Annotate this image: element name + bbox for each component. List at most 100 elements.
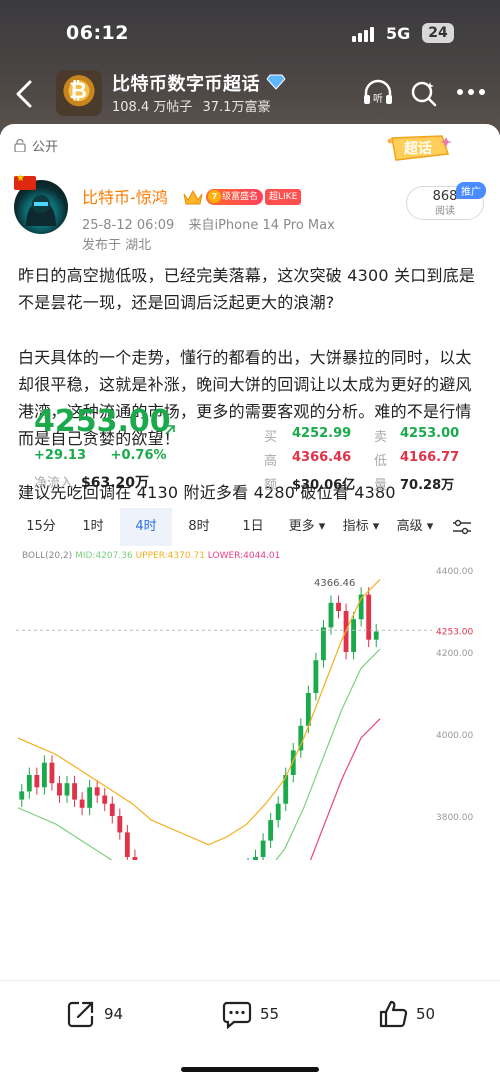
candle-body [321, 627, 326, 661]
like-badge: 超LIKE [265, 188, 302, 205]
y-tick-label: 3800.00 [436, 813, 473, 823]
change-value: +29.13 [34, 448, 87, 463]
boll-upper-line [17, 579, 381, 846]
post-meta: 25-8-12 06:09 来自iPhone 14 Pro Max [82, 214, 345, 233]
last-price: 4253.00 [34, 404, 171, 439]
svg-text:听: 听 [373, 93, 383, 105]
y-tick-label: 4000.00 [436, 731, 473, 741]
candle-body [19, 791, 25, 800]
candle-body [64, 783, 70, 796]
topic-nav: 比特币数字币超话 108.4 万帖子 37.1万富豪 听 [0, 66, 500, 122]
crown-icon [183, 189, 203, 204]
action-bar: 94 55 50 [0, 980, 500, 1084]
change-percent: +0.76% [110, 448, 167, 463]
author-badges: 7 级富盛名 超LIKE [182, 186, 302, 205]
price-change: +29.13 +0.76% [34, 448, 187, 463]
quote-row: 额 $30.06亿 量 70.28万 [264, 478, 455, 493]
candle-body [41, 762, 47, 788]
topic-avatar[interactable] [56, 70, 102, 116]
tab-15m[interactable]: 15分 [16, 508, 66, 546]
netflow: 净流入 $63.20万 [34, 472, 149, 492]
back-icon[interactable] [12, 76, 36, 112]
candle-body [132, 857, 138, 860]
post-datetime: 25-8-12 06:09 [82, 218, 175, 233]
china-flag-icon [14, 173, 36, 190]
home-indicator [181, 1067, 319, 1072]
tab-more[interactable]: 更多 ▾ [280, 508, 334, 546]
candle-body [328, 602, 334, 628]
topic-stats: 108.4 万帖子 37.1万富豪 [112, 96, 276, 115]
up-arrow-icon [165, 425, 175, 435]
like-count: 50 [416, 1005, 436, 1023]
tab-advanced[interactable]: 高级 ▾ [388, 508, 442, 546]
candle-body [102, 795, 108, 804]
netflow-label: 净流入 [34, 476, 74, 491]
candle-body [260, 840, 266, 857]
chaohua-sticker: 超话 [387, 135, 452, 161]
candle-body [117, 816, 123, 833]
read-label: 阅读 [435, 206, 455, 217]
quote-row: 买 4252.99 卖 4253.00 [264, 426, 460, 445]
candle-body [298, 725, 304, 751]
candle-body [72, 783, 77, 800]
candle-body [49, 762, 55, 784]
diamond-badge-icon [266, 74, 286, 90]
listen-icon[interactable]: 听 [362, 78, 394, 108]
battery-indicator: 24 [422, 23, 454, 43]
share-count: 94 [104, 1005, 124, 1023]
status-bar: 06:12 5G 24 [0, 20, 500, 48]
network-label: 5G [386, 24, 411, 43]
promote-button[interactable]: 推广 [456, 182, 486, 199]
search-icon[interactable] [410, 80, 438, 108]
boll-legend: BOLL(20,2) MID:4207.36 UPPER:4370.71 LOW… [22, 551, 281, 561]
candle-body [79, 799, 85, 808]
level-number: 7 [208, 189, 221, 203]
candle-body [253, 857, 258, 860]
tab-indicators[interactable]: 指标 ▾ [334, 508, 388, 546]
topic-title[interactable]: 比特币数字币超话 [112, 70, 260, 96]
thumbs-up-icon [379, 1000, 408, 1028]
comment-count: 55 [260, 1005, 280, 1023]
candle-body [373, 631, 379, 640]
candle-body [275, 803, 281, 821]
candle-body [34, 775, 40, 788]
status-time: 06:12 [66, 22, 129, 44]
chaohua-label: 超话 [403, 140, 432, 157]
tab-1h[interactable]: 1时 [68, 508, 118, 546]
post-paragraph-1: 昨日的高空抛低吸，已经完美落幕，这次突破 4300 关口到底是不是昙花一现，还是… [18, 266, 476, 312]
candle-body [268, 820, 274, 841]
candlestick-chart[interactable]: 4400.004200.004000.003800.003600.003400.… [0, 562, 500, 860]
netflow-value: $63.20万 [81, 475, 150, 491]
interval-tabs: 15分 1时 4时 8时 1日 更多 ▾ 指标 ▾ 高级 ▾ [16, 508, 482, 546]
comment-icon [222, 1001, 252, 1029]
lock-icon [14, 139, 26, 152]
candle-body [87, 787, 93, 808]
candle-body [290, 750, 296, 775]
tab-8h[interactable]: 8时 [174, 508, 224, 546]
visibility-text: 公开 [32, 140, 59, 155]
level-badge: 7 级富盛名 [206, 188, 264, 205]
y-tick-label: 4400.00 [436, 567, 473, 577]
topic-members: 37.1万富豪 [202, 100, 271, 115]
share-icon [67, 1001, 94, 1028]
candle-body [351, 619, 357, 652]
topic-posts: 108.4 万帖子 [112, 100, 193, 115]
more-icon[interactable] [456, 88, 486, 96]
comment-button[interactable]: 55 [222, 999, 292, 1029]
chart-settings-icon[interactable] [452, 519, 472, 535]
candle-body [313, 660, 319, 693]
candle-body [366, 594, 372, 640]
current-price-label: 4253.00 [436, 627, 473, 637]
like-button[interactable]: 50 [378, 999, 448, 1029]
quote-row: 高 4366.46 低 4166.77 [264, 450, 460, 469]
share-button[interactable]: 94 [66, 999, 136, 1029]
tab-1d[interactable]: 1日 [228, 508, 278, 546]
high-annotation: 4366.46 [314, 578, 355, 589]
y-tick-label: 4200.00 [436, 649, 473, 659]
candle-body [124, 832, 130, 857]
candle-body [26, 775, 32, 792]
tab-4h[interactable]: 4时 [120, 508, 172, 546]
author-name[interactable]: 比特币-惊鸿 [82, 184, 168, 208]
candle-body [57, 783, 62, 796]
topic-header: 06:12 5G 24 比特币数字币超话 108.4 万帖子 37.1万富豪 听 [0, 0, 500, 135]
